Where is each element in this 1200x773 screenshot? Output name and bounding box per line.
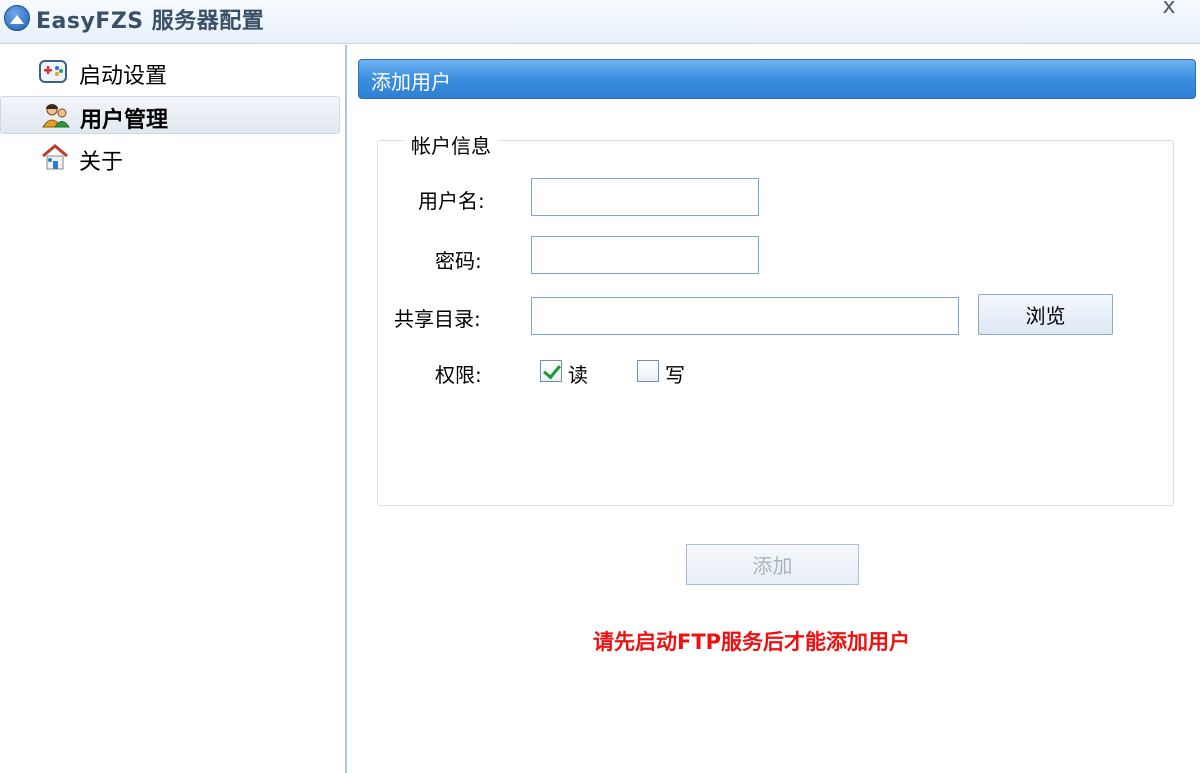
- sidebar: 启动设置 用户管理 关于: [0, 45, 347, 773]
- warning-message: 请先启动FTP服务后才能添加用户: [593, 630, 911, 654]
- permissions-label: 权限:: [435, 363, 482, 387]
- title-bar: EasyFZS 服务器配置 x: [0, 0, 1200, 44]
- panel-header: 添加用户: [358, 59, 1196, 99]
- username-input[interactable]: [531, 178, 759, 216]
- password-label: 密码:: [435, 249, 482, 273]
- browse-button[interactable]: 浏览: [978, 294, 1113, 335]
- account-info-legend: 帐户信息: [403, 130, 499, 159]
- password-input[interactable]: [531, 236, 759, 274]
- add-user-button[interactable]: 添加: [686, 544, 859, 585]
- panel-title: 添加用户: [371, 70, 451, 94]
- read-checkbox[interactable]: [540, 360, 562, 382]
- username-label: 用户名:: [418, 189, 485, 213]
- sidebar-item-label: 用户管理: [80, 108, 169, 133]
- sidebar-item-user-management[interactable]: 用户管理: [0, 96, 340, 134]
- window-title: EasyFZS 服务器配置: [36, 9, 265, 34]
- share-dir-input[interactable]: [531, 297, 959, 335]
- write-checkbox[interactable]: [637, 360, 659, 382]
- read-label: 读: [568, 363, 588, 387]
- share-dir-label: 共享目录:: [394, 307, 481, 331]
- gamepad-icon: [39, 60, 67, 83]
- write-label: 写: [665, 363, 685, 387]
- sidebar-item-label: 启动设置: [79, 64, 168, 89]
- sidebar-item-startup-settings[interactable]: 启动设置: [0, 53, 340, 91]
- sidebar-item-about[interactable]: 关于: [0, 139, 340, 177]
- close-button[interactable]: x: [1138, 0, 1200, 22]
- sidebar-item-label: 关于: [79, 150, 124, 175]
- users-icon: [42, 104, 70, 128]
- home-icon: [42, 144, 68, 170]
- app-logo-icon: [4, 5, 30, 31]
